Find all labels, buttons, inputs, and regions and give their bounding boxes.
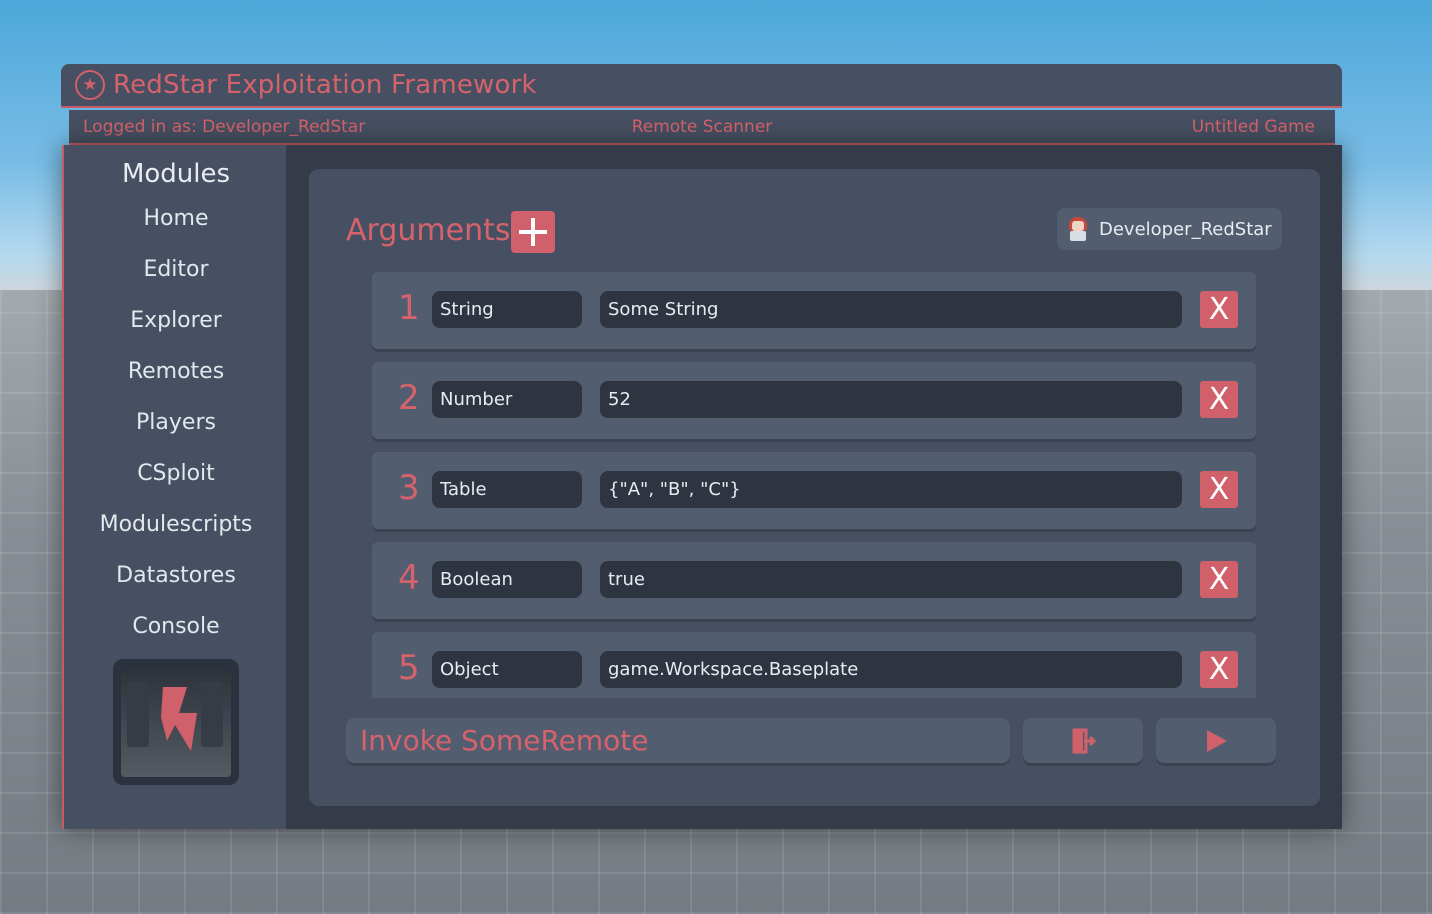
remove-argument-button[interactable]: X (1200, 651, 1238, 688)
add-argument-button[interactable] (511, 211, 555, 253)
sidebar: Modules Home Editor Explorer Remotes Pla… (62, 145, 286, 829)
argument-index: 2 (398, 378, 420, 418)
sidebar-item-home[interactable]: Home (64, 206, 288, 231)
window-title: RedStar Exploitation Framework (113, 70, 537, 100)
argument-type-field[interactable]: Number (432, 381, 582, 418)
title-bar[interactable]: ★ RedStar Exploitation Framework (61, 64, 1342, 108)
argument-value-field[interactable]: true (600, 561, 1182, 598)
argument-index: 1 (398, 288, 420, 328)
argument-value-field[interactable]: Some String (600, 291, 1182, 328)
plus-icon (519, 218, 547, 246)
remove-argument-button[interactable]: X (1200, 471, 1238, 508)
argument-row: 4 Boolean true X (372, 542, 1256, 619)
argument-type-field[interactable]: Object (432, 651, 582, 688)
sidebar-item-players[interactable]: Players (64, 410, 288, 435)
arguments-title: Arguments (346, 213, 511, 248)
argument-value-field[interactable]: {"A", "B", "C"} (600, 471, 1182, 508)
argument-type-field[interactable]: Boolean (432, 561, 582, 598)
argument-row: 5 Object game.Workspace.Baseplate X (372, 632, 1256, 698)
star-circle-icon: ★ (75, 70, 105, 100)
user-name: Developer_RedStar (1099, 218, 1272, 240)
sidebar-item-console[interactable]: Console (64, 614, 288, 639)
lightning-bolt-icon (161, 687, 197, 751)
status-logged-in: Logged in as: Developer_RedStar (83, 116, 366, 137)
status-bar: Remote Scanner Logged in as: Developer_R… (69, 110, 1335, 145)
argument-row: 2 Number 52 X (372, 362, 1256, 439)
argument-index: 5 (398, 648, 420, 688)
argument-index: 3 (398, 468, 420, 508)
exit-button[interactable] (1023, 718, 1143, 763)
sidebar-item-remotes[interactable]: Remotes (64, 359, 288, 384)
sidebar-item-csploit[interactable]: CSploit (64, 461, 288, 486)
status-game: Untitled Game (1191, 116, 1315, 137)
main-window: Modules Home Editor Explorer Remotes Pla… (62, 145, 1342, 829)
sidebar-item-explorer[interactable]: Explorer (64, 308, 288, 333)
argument-type-field[interactable]: Table (432, 471, 582, 508)
sidebar-item-editor[interactable]: Editor (64, 257, 288, 282)
remove-argument-button[interactable]: X (1200, 561, 1238, 598)
argument-row: 3 Table {"A", "B", "C"} X (372, 452, 1256, 529)
argument-row: 1 String Some String X (372, 272, 1256, 349)
sidebar-item-modulescripts[interactable]: Modulescripts (64, 512, 288, 537)
sidebar-title: Modules (121, 159, 231, 189)
thumbnail-image (121, 667, 231, 777)
argument-index: 4 (398, 558, 420, 598)
play-icon (1207, 729, 1227, 752)
exit-door-icon (1072, 728, 1097, 753)
sidebar-item-datastores[interactable]: Datastores (64, 563, 288, 588)
remove-argument-button[interactable]: X (1200, 291, 1238, 328)
game-thumbnail (113, 659, 239, 785)
avatar (1067, 217, 1089, 241)
run-button[interactable] (1156, 718, 1276, 763)
content-panel: Arguments Developer_RedStar 1 String Som… (309, 169, 1320, 806)
user-chip[interactable]: Developer_RedStar (1057, 208, 1282, 250)
arguments-list[interactable]: 1 String Some String X 2 Number 52 X 3 T… (372, 272, 1256, 698)
argument-value-field[interactable]: game.Workspace.Baseplate (600, 651, 1182, 688)
remove-argument-button[interactable]: X (1200, 381, 1238, 418)
invoke-remote-field[interactable]: Invoke SomeRemote (346, 718, 1010, 763)
argument-type-field[interactable]: String (432, 291, 582, 328)
argument-value-field[interactable]: 52 (600, 381, 1182, 418)
